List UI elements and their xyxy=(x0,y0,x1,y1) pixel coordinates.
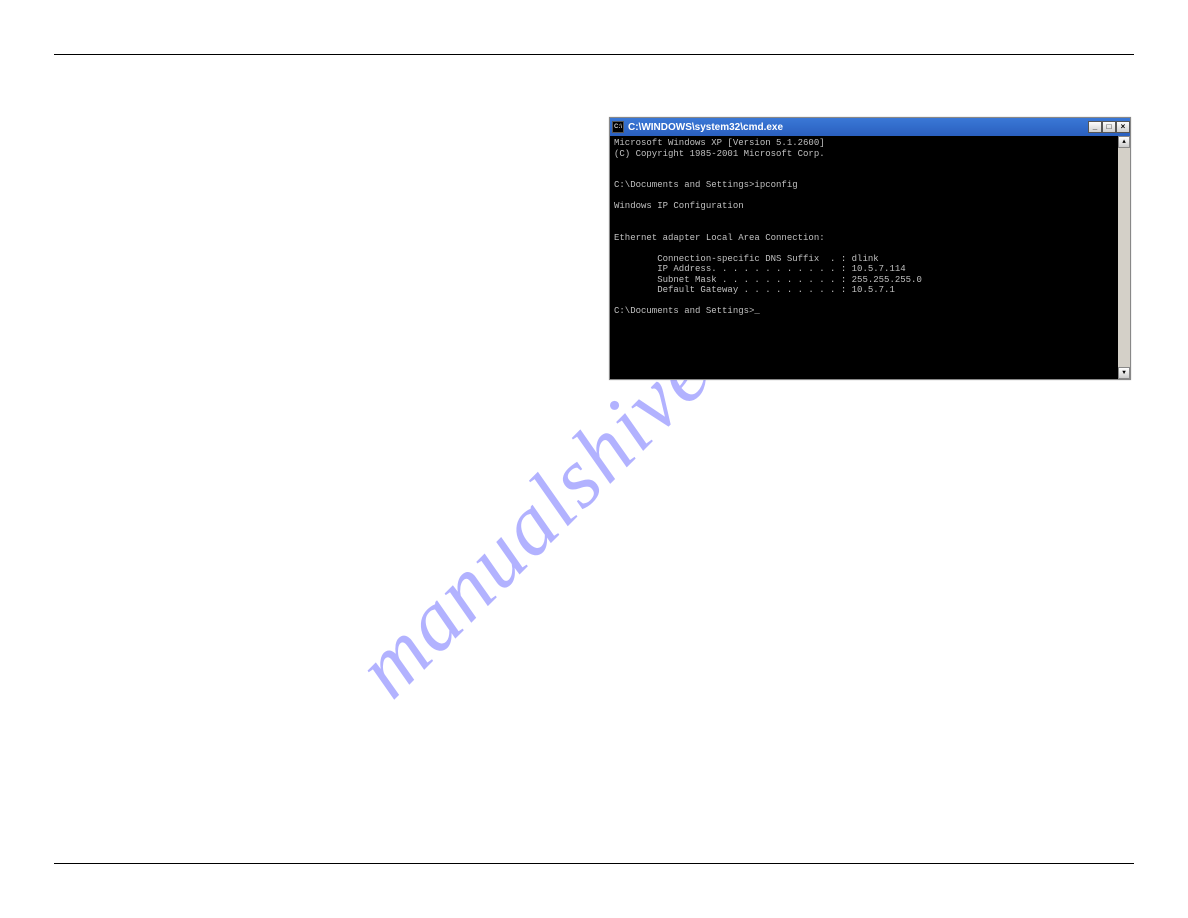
window-title: C:\WINDOWS\system32\cmd.exe xyxy=(628,122,1088,133)
cmd-window: C:\ C:\WINDOWS\system32\cmd.exe _ □ × Mi… xyxy=(609,117,1131,380)
terminal-output[interactable]: Microsoft Windows XP [Version 5.1.2600] … xyxy=(610,136,1118,379)
terminal-body: Microsoft Windows XP [Version 5.1.2600] … xyxy=(610,136,1130,379)
scroll-down-button[interactable]: ▼ xyxy=(1118,367,1130,379)
scroll-up-button[interactable]: ▲ xyxy=(1118,136,1130,148)
close-button[interactable]: × xyxy=(1116,121,1130,133)
top-rule xyxy=(54,54,1134,55)
document-page: manualshive.com C:\ C:\WINDOWS\system32\… xyxy=(0,0,1188,918)
titlebar[interactable]: C:\ C:\WINDOWS\system32\cmd.exe _ □ × xyxy=(610,118,1130,136)
maximize-button[interactable]: □ xyxy=(1102,121,1116,133)
window-controls: _ □ × xyxy=(1088,121,1130,133)
minimize-button[interactable]: _ xyxy=(1088,121,1102,133)
scroll-track[interactable] xyxy=(1118,148,1130,367)
bottom-rule xyxy=(54,863,1134,864)
cmd-icon: C:\ xyxy=(612,121,624,133)
scrollbar[interactable]: ▲ ▼ xyxy=(1118,136,1130,379)
